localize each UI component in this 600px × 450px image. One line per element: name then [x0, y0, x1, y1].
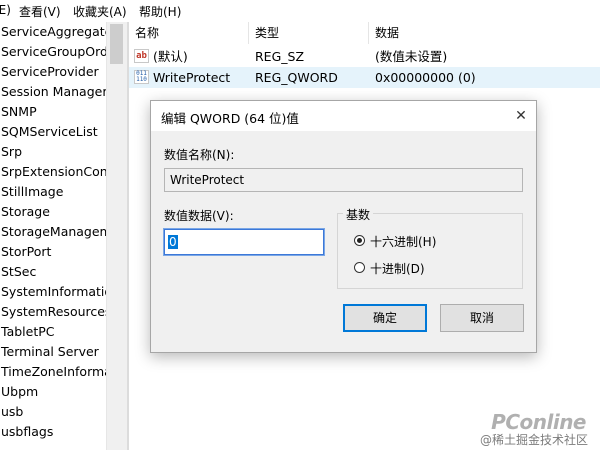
tree-item[interactable]: Session Manager — [0, 82, 106, 102]
tree-item[interactable]: TimeZoneInforma — [0, 362, 106, 382]
radio-dec-label: 十进制(D) — [370, 262, 425, 276]
value-data: (数值未设置) — [375, 49, 448, 64]
menu-bar: (E) 查看(V) 收藏夹(A) 帮助(H) — [0, 0, 600, 23]
edit-qword-dialog: 编辑 QWORD (64 位)值 ✕ 数值名称(N): WriteProtect… — [150, 100, 537, 353]
value-name-field[interactable]: WriteProtect — [164, 168, 523, 192]
close-icon[interactable]: ✕ — [506, 101, 536, 131]
tree-item[interactable]: SrpExtensionConfi — [0, 162, 106, 182]
tree-item[interactable]: ServiceAggregate — [0, 22, 106, 42]
value-name: WriteProtect — [153, 70, 231, 85]
radio-dec-dot[interactable] — [354, 262, 365, 273]
column-header-type[interactable]: 类型 — [249, 22, 369, 44]
tree-item[interactable]: SystemInformatio — [0, 282, 106, 302]
tree-item[interactable]: Ubpm — [0, 382, 106, 402]
menu-edit[interactable]: (E) — [0, 3, 11, 17]
menu-view[interactable]: 查看(V) — [19, 3, 61, 20]
menu-help[interactable]: 帮助(H) — [139, 3, 181, 20]
tree-item[interactable]: StorPort — [0, 242, 106, 262]
value-data: 0x00000000 (0) — [375, 70, 476, 85]
list-item[interactable]: ab (默认) REG_SZ (数值未设置) — [129, 46, 600, 67]
registry-key-tree: ServiceAggregate ServiceGroupOrde Servic… — [0, 22, 106, 450]
cancel-button[interactable]: 取消 — [440, 304, 524, 332]
value-name: (默认) — [153, 49, 188, 64]
tree-item[interactable]: StorageManagem — [0, 222, 106, 242]
tree-scrollbar-thumb[interactable] — [110, 24, 123, 64]
tree-item[interactable]: TabletPC — [0, 322, 106, 342]
value-data-input[interactable]: 0 — [163, 228, 325, 256]
value-type: REG_SZ — [255, 49, 305, 64]
tree-item[interactable]: ServiceGroupOrde — [0, 42, 106, 62]
ok-button[interactable]: 确定 — [343, 304, 427, 332]
watermark-caption: @稀土掘金技术社区 — [479, 433, 588, 447]
menu-favorites[interactable]: 收藏夹(A) — [73, 3, 127, 20]
dialog-title-bar[interactable]: 编辑 QWORD (64 位)值 ✕ — [151, 101, 536, 131]
tree-item[interactable]: StSec — [0, 262, 106, 282]
value-data-label: 数值数据(V): — [164, 209, 234, 223]
column-header-data[interactable]: 数据 — [369, 22, 600, 44]
tree-item[interactable]: SQMServiceList — [0, 122, 106, 142]
tree-item[interactable]: usbflags — [0, 422, 106, 442]
radio-dec[interactable]: 十进制(D) — [354, 260, 504, 278]
dialog-title: 编辑 QWORD (64 位)值 — [161, 111, 299, 126]
tree-item[interactable]: ServiceProvider — [0, 62, 106, 82]
tree-item[interactable]: StillImage — [0, 182, 106, 202]
base-label: 基数 — [343, 206, 374, 223]
tree-item[interactable]: Srp — [0, 142, 106, 162]
value-data-text: 0 — [168, 235, 178, 249]
column-header-name[interactable]: 名称 — [129, 22, 249, 44]
radio-hex-label: 十六进制(H) — [370, 235, 437, 249]
binary-value-icon: 011 110 — [134, 70, 149, 84]
tree-scrollbar[interactable] — [106, 22, 127, 450]
tree-item[interactable]: SNMP — [0, 102, 106, 122]
value-name-label: 数值名称(N): — [164, 148, 235, 162]
string-value-icon: ab — [134, 49, 149, 63]
radio-hex[interactable]: 十六进制(H) — [354, 233, 504, 251]
radio-hex-dot[interactable] — [354, 235, 365, 246]
tree-item[interactable]: Terminal Server — [0, 342, 106, 362]
tree-item[interactable]: Storage — [0, 202, 106, 222]
tree-item[interactable]: usb — [0, 402, 106, 422]
list-header: 名称 类型 数据 — [129, 22, 600, 44]
tree-item[interactable]: SystemResources — [0, 302, 106, 322]
list-item[interactable]: 011 110 WriteProtect REG_QWORD 0x0000000… — [129, 67, 600, 88]
value-type: REG_QWORD — [255, 70, 338, 85]
